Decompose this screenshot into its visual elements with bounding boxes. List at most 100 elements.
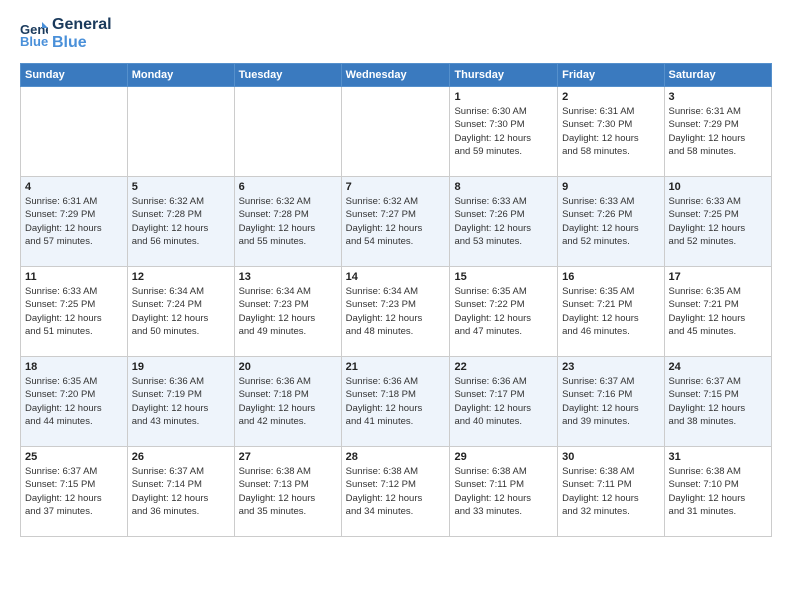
calendar-cell	[341, 87, 450, 177]
day-number: 22	[454, 361, 553, 373]
calendar-cell: 13Sunrise: 6:34 AMSunset: 7:23 PMDayligh…	[234, 267, 341, 357]
day-number: 23	[562, 361, 659, 373]
calendar-cell: 20Sunrise: 6:36 AMSunset: 7:18 PMDayligh…	[234, 357, 341, 447]
day-number: 13	[239, 271, 337, 283]
day-info: Sunrise: 6:33 AMSunset: 7:25 PMDaylight:…	[669, 195, 767, 248]
day-number: 19	[132, 361, 230, 373]
calendar-cell	[234, 87, 341, 177]
day-number: 7	[346, 181, 446, 193]
calendar-cell: 9Sunrise: 6:33 AMSunset: 7:26 PMDaylight…	[558, 177, 664, 267]
calendar-cell: 11 Sunrise: 6:33 AMSunset: 7:25 PMDayligh…	[21, 267, 128, 357]
day-info: Sunrise: 6:34 AMSunset: 7:24 PMDaylight:…	[132, 285, 230, 338]
weekday-header-monday: Monday	[127, 64, 234, 87]
calendar-cell: 2 Sunrise: 6:31 AMSunset: 7:30 PMDaylight…	[558, 87, 664, 177]
day-info: Sunrise: 6:38 AMSunset: 7:13 PMDaylight:…	[239, 465, 337, 518]
calendar-cell: 25 Sunrise: 6:37 AMSunset: 7:15 PMDayligh…	[21, 447, 128, 537]
day-number: 29	[454, 451, 553, 463]
week-row-2: 4Sunrise: 6:31 AMSunset: 7:29 PMDaylight…	[21, 177, 772, 267]
page-container: General Blue General Blue SundayMondayTu…	[0, 0, 792, 553]
calendar-cell: 26 Sunrise: 6:37 AMSunset: 7:14 PMDayligh…	[127, 447, 234, 537]
calendar-cell: 12 Sunrise: 6:34 AMSunset: 7:24 PMDayligh…	[127, 267, 234, 357]
calendar-cell: 19 Sunrise: 6:36 AMSunset: 7:19 PMDayligh…	[127, 357, 234, 447]
day-info: Sunrise: 6:33 AMSunset: 7:25 PMDaylight:…	[25, 285, 123, 338]
day-info: Sunrise: 6:30 AMSunset: 7:30 PMDaylight:…	[454, 105, 553, 158]
day-number: 24	[669, 361, 767, 373]
day-info: Sunrise: 6:36 AMSunset: 7:18 PMDaylight:…	[346, 375, 446, 428]
day-info: Sunrise: 6:32 AMSunset: 7:28 PMDaylight:…	[132, 195, 230, 248]
week-row-4: 18 Sunrise: 6:35 AMSunset: 7:20 PMDayligh…	[21, 357, 772, 447]
calendar-cell: 18 Sunrise: 6:35 AMSunset: 7:20 PMDayligh…	[21, 357, 128, 447]
calendar-table: SundayMondayTuesdayWednesdayThursdayFrid…	[20, 63, 772, 537]
day-number: 31	[669, 451, 767, 463]
day-info: Sunrise: 6:35 AMSunset: 7:22 PMDaylight:…	[454, 285, 553, 338]
weekday-header-tuesday: Tuesday	[234, 64, 341, 87]
day-info: Sunrise: 6:36 AMSunset: 7:18 PMDaylight:…	[239, 375, 337, 428]
week-row-5: 25 Sunrise: 6:37 AMSunset: 7:15 PMDayligh…	[21, 447, 772, 537]
day-info: Sunrise: 6:38 AMSunset: 7:11 PMDaylight:…	[562, 465, 659, 518]
calendar-cell: 24Sunrise: 6:37 AMSunset: 7:15 PMDayligh…	[664, 357, 771, 447]
svg-text:Blue: Blue	[20, 34, 48, 48]
header: General Blue General Blue	[20, 16, 772, 51]
calendar-cell: 3 Sunrise: 6:31 AMSunset: 7:29 PMDaylight…	[664, 87, 771, 177]
day-info: Sunrise: 6:38 AMSunset: 7:12 PMDaylight:…	[346, 465, 446, 518]
weekday-header-row: SundayMondayTuesdayWednesdayThursdayFrid…	[21, 64, 772, 87]
calendar-cell: 7 Sunrise: 6:32 AMSunset: 7:27 PMDaylight…	[341, 177, 450, 267]
day-number: 25	[25, 451, 123, 463]
calendar-cell: 22 Sunrise: 6:36 AMSunset: 7:17 PMDayligh…	[450, 357, 558, 447]
day-info: Sunrise: 6:31 AMSunset: 7:29 PMDaylight:…	[669, 105, 767, 158]
day-info: Sunrise: 6:38 AMSunset: 7:10 PMDaylight:…	[669, 465, 767, 518]
day-info: Sunrise: 6:33 AMSunset: 7:26 PMDaylight:…	[454, 195, 553, 248]
day-number: 15	[454, 271, 553, 283]
day-number: 14	[346, 271, 446, 283]
calendar-cell: 6Sunrise: 6:32 AMSunset: 7:28 PMDaylight…	[234, 177, 341, 267]
calendar-cell: 27 Sunrise: 6:38 AMSunset: 7:13 PMDayligh…	[234, 447, 341, 537]
day-info: Sunrise: 6:37 AMSunset: 7:16 PMDaylight:…	[562, 375, 659, 428]
day-info: Sunrise: 6:35 AMSunset: 7:20 PMDaylight:…	[25, 375, 123, 428]
day-number: 1	[454, 91, 553, 103]
calendar-cell: 15 Sunrise: 6:35 AMSunset: 7:22 PMDayligh…	[450, 267, 558, 357]
day-info: Sunrise: 6:36 AMSunset: 7:19 PMDaylight:…	[132, 375, 230, 428]
calendar-cell: 23 Sunrise: 6:37 AMSunset: 7:16 PMDayligh…	[558, 357, 664, 447]
calendar-cell: 8Sunrise: 6:33 AMSunset: 7:26 PMDaylight…	[450, 177, 558, 267]
calendar-cell: 29Sunrise: 6:38 AMSunset: 7:11 PMDayligh…	[450, 447, 558, 537]
day-number: 4	[25, 181, 123, 193]
calendar-cell: 21 Sunrise: 6:36 AMSunset: 7:18 PMDayligh…	[341, 357, 450, 447]
day-number: 3	[669, 91, 767, 103]
weekday-header-sunday: Sunday	[21, 64, 128, 87]
calendar-cell: 16 Sunrise: 6:35 AMSunset: 7:21 PMDayligh…	[558, 267, 664, 357]
day-number: 17	[669, 271, 767, 283]
day-number: 18	[25, 361, 123, 373]
day-number: 28	[346, 451, 446, 463]
day-info: Sunrise: 6:37 AMSunset: 7:15 PMDaylight:…	[25, 465, 123, 518]
calendar-cell: 31 Sunrise: 6:38 AMSunset: 7:10 PMDayligh…	[664, 447, 771, 537]
weekday-header-friday: Friday	[558, 64, 664, 87]
calendar-cell: 14Sunrise: 6:34 AMSunset: 7:23 PMDayligh…	[341, 267, 450, 357]
day-number: 27	[239, 451, 337, 463]
calendar-cell	[127, 87, 234, 177]
logo: General Blue General Blue	[20, 16, 112, 51]
day-info: Sunrise: 6:36 AMSunset: 7:17 PMDaylight:…	[454, 375, 553, 428]
logo-icon: General Blue	[20, 20, 48, 48]
calendar-cell: 5 Sunrise: 6:32 AMSunset: 7:28 PMDaylight…	[127, 177, 234, 267]
day-info: Sunrise: 6:37 AMSunset: 7:14 PMDaylight:…	[132, 465, 230, 518]
weekday-header-saturday: Saturday	[664, 64, 771, 87]
day-info: Sunrise: 6:35 AMSunset: 7:21 PMDaylight:…	[562, 285, 659, 338]
day-number: 26	[132, 451, 230, 463]
calendar-cell: 17 Sunrise: 6:35 AMSunset: 7:21 PMDayligh…	[664, 267, 771, 357]
day-number: 21	[346, 361, 446, 373]
logo-general: General	[52, 16, 112, 34]
day-number: 2	[562, 91, 659, 103]
day-number: 11	[25, 271, 123, 283]
day-number: 16	[562, 271, 659, 283]
day-info: Sunrise: 6:32 AMSunset: 7:27 PMDaylight:…	[346, 195, 446, 248]
calendar-cell: 30Sunrise: 6:38 AMSunset: 7:11 PMDayligh…	[558, 447, 664, 537]
day-info: Sunrise: 6:35 AMSunset: 7:21 PMDaylight:…	[669, 285, 767, 338]
day-number: 12	[132, 271, 230, 283]
weekday-header-wednesday: Wednesday	[341, 64, 450, 87]
day-info: Sunrise: 6:31 AMSunset: 7:30 PMDaylight:…	[562, 105, 659, 158]
day-number: 5	[132, 181, 230, 193]
week-row-1: 1 Sunrise: 6:30 AMSunset: 7:30 PMDaylight…	[21, 87, 772, 177]
calendar-cell: 1 Sunrise: 6:30 AMSunset: 7:30 PMDaylight…	[450, 87, 558, 177]
day-number: 6	[239, 181, 337, 193]
weekday-header-thursday: Thursday	[450, 64, 558, 87]
